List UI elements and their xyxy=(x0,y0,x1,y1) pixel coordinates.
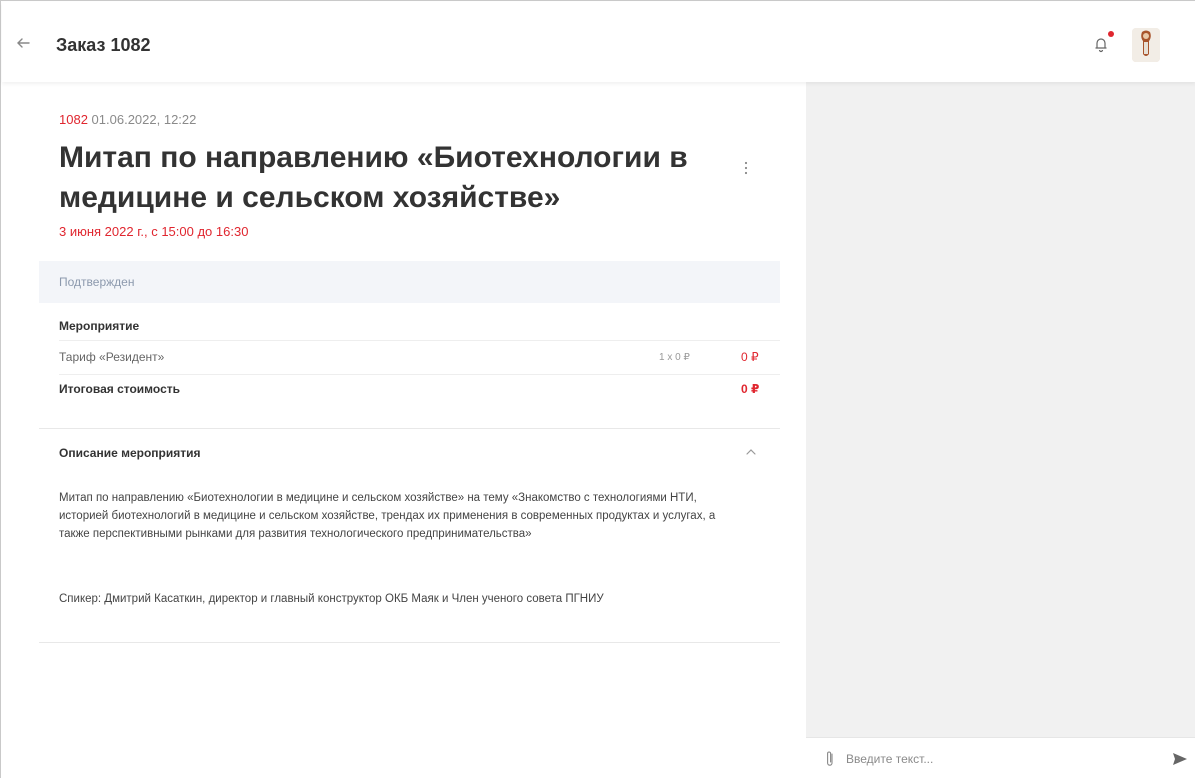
chat-panel xyxy=(806,82,1195,778)
bell-icon[interactable] xyxy=(1092,35,1110,53)
section-divider xyxy=(39,642,780,643)
top-bar: Заказ 1082 xyxy=(2,2,1195,82)
avatar[interactable] xyxy=(1132,28,1160,62)
send-icon[interactable] xyxy=(1171,750,1189,768)
event-title: Митап по направлению «Биотехнологии в ме… xyxy=(59,141,688,214)
chat-message-input[interactable] xyxy=(846,747,1156,771)
tariff-qty: 1 x 0 ₽ xyxy=(659,352,690,363)
section-divider xyxy=(39,428,780,429)
items-section-label: Мероприятие xyxy=(59,319,140,333)
order-details-panel: 1082 01.06.2022, 12:22 Митап по направле… xyxy=(2,82,806,778)
total-value: 0 ₽ xyxy=(741,382,760,396)
app-window: Заказ 1082 1082 01.06.2022, 12:22 Митап … xyxy=(0,0,1195,778)
chat-input-bar xyxy=(806,737,1195,778)
page-title: Заказ 1082 xyxy=(56,35,151,55)
arrow-left-icon[interactable] xyxy=(14,34,32,52)
paperclip-icon[interactable] xyxy=(824,750,836,768)
total-label: Итоговая стоимость xyxy=(59,382,180,396)
order-datetime: 01.06.2022, 12:22 xyxy=(91,112,197,127)
row-divider xyxy=(59,374,780,375)
description-title[interactable]: Описание мероприятия xyxy=(59,446,201,460)
event-date: 3 июня 2022 г., с 15:00 до 16:30 xyxy=(59,224,249,239)
description-speaker: Спикер: Дмитрий Касаткин, директор и гла… xyxy=(59,593,604,605)
row-divider xyxy=(59,340,780,341)
description-body: Митап по направлению «Биотехнологии в ме… xyxy=(59,492,716,540)
order-number: 1082 xyxy=(59,112,88,127)
tariff-name: Тариф «Резидент» xyxy=(59,350,165,364)
notification-dot xyxy=(1108,31,1114,37)
kebab-menu-icon[interactable] xyxy=(738,158,754,178)
tariff-price: 0 ₽ xyxy=(741,350,759,364)
chevron-up-icon[interactable] xyxy=(744,447,758,457)
status-bar: Подтвержден xyxy=(39,261,780,303)
avatar-image xyxy=(1132,28,1160,62)
status-badge: Подтвержден xyxy=(59,275,135,289)
order-meta: 1082 01.06.2022, 12:22 xyxy=(59,112,196,127)
